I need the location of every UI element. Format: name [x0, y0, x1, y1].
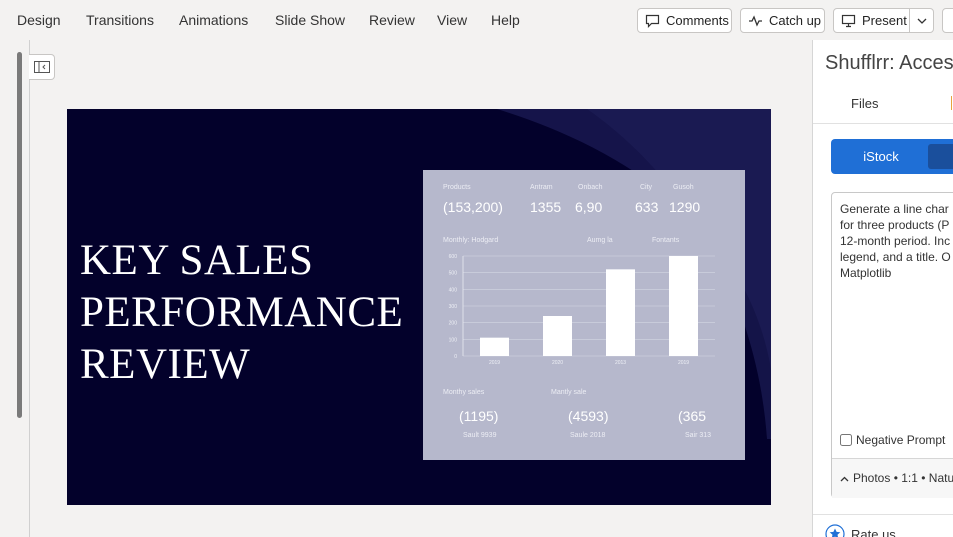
thumbnail-scrollbar[interactable]: [17, 52, 22, 418]
gauge-section-label: Mantly sale: [551, 389, 587, 396]
menu-help[interactable]: Help: [491, 12, 520, 28]
comments-button[interactable]: Comments: [637, 8, 732, 33]
chevron-up-icon: [840, 476, 849, 482]
y-tick-label: 0: [454, 354, 457, 360]
segment-other[interactable]: [928, 144, 953, 169]
y-tick-label: 600: [449, 254, 458, 260]
prompt-text: Generate a line char for three products (…: [840, 202, 951, 280]
title-line: REVIEW: [80, 341, 251, 388]
gauge-number: 1195: [463, 408, 494, 424]
catch-up-label: Catch up: [769, 13, 822, 28]
present-label: Present: [862, 13, 907, 28]
slide-title[interactable]: KEY SALES PERFORMANCE REVIEW: [80, 235, 440, 391]
slide[interactable]: KEY SALES PERFORMANCE REVIEW Products An…: [67, 109, 771, 505]
negative-prompt-label: Negative Prompt: [856, 433, 946, 447]
catch-up-button[interactable]: Catch up: [740, 8, 825, 33]
bar: [669, 256, 698, 356]
x-tick-label: 2019: [678, 360, 689, 366]
y-tick-label: 400: [449, 287, 458, 293]
gauge-value: (365: [678, 408, 707, 424]
footer-divider: [813, 514, 953, 515]
pane-title: Shufflrr: Access: [825, 52, 953, 74]
x-tick-label: 2020: [552, 360, 563, 366]
menu-transitions[interactable]: Transitions: [86, 12, 154, 28]
dashboard-image[interactable]: Products Antram Onbach City Gusoh (153,2…: [423, 170, 745, 460]
gauge-number: 365: [682, 408, 707, 424]
gauge-section-label: Monthy sales: [443, 389, 485, 396]
chevron-down-icon: [917, 18, 926, 24]
activity-icon: [749, 14, 762, 27]
title-line: KEY SALES: [80, 237, 314, 284]
tab-files[interactable]: Files: [851, 96, 878, 111]
menu-design[interactable]: Design: [17, 12, 61, 28]
tab-divider: [813, 123, 953, 124]
bar: [606, 269, 635, 356]
star-icon: [825, 524, 845, 537]
present-button[interactable]: Present: [833, 8, 910, 33]
thumbnail-pane-edge: [29, 40, 30, 537]
negative-prompt-checkbox[interactable]: [840, 434, 852, 446]
more-ribbon-button[interactable]: [942, 8, 953, 33]
prompt-textarea[interactable]: Generate a line char for three products (…: [831, 192, 953, 498]
generation-options-expander[interactable]: Photos • 1:1 • Natu: [832, 458, 953, 498]
gauge-caption: Saule 2018: [570, 432, 606, 439]
bar-chart: 600 500 400 300 200 100 0 2019 2020 2013 2019: [449, 254, 715, 366]
expand-thumbnails-button[interactable]: [29, 54, 55, 80]
y-tick-label: 500: [449, 271, 458, 277]
x-tick-label: 2013: [615, 360, 626, 366]
y-tick-label: 200: [449, 321, 458, 327]
options-label: Photos • 1:1 • Natu: [853, 471, 953, 485]
rate-us-link[interactable]: Rate us: [825, 524, 896, 537]
present-dropdown[interactable]: [909, 8, 934, 33]
menu-view[interactable]: View: [437, 12, 467, 28]
source-segmented-control: iStock: [831, 139, 953, 174]
panel-toggle-icon: [33, 61, 50, 73]
gauge-caption: Sair 313: [685, 432, 712, 439]
gauge-value: (4593): [568, 408, 609, 424]
comments-label: Comments: [666, 13, 729, 28]
bar: [480, 337, 509, 356]
shufflrr-task-pane: Shufflrr: Access Files iStock Generate a…: [812, 40, 953, 537]
menu-slide-show[interactable]: Slide Show: [275, 12, 345, 28]
menu-animations[interactable]: Animations: [179, 12, 248, 28]
bar: [543, 316, 572, 356]
gauge-value: (1195): [459, 408, 499, 424]
menu-review[interactable]: Review: [369, 12, 415, 28]
comment-icon: [645, 14, 660, 28]
gauge-caption: Sault 9939: [463, 432, 497, 439]
negative-prompt-toggle[interactable]: Negative Prompt: [840, 433, 945, 447]
y-tick-label: 100: [449, 337, 458, 343]
y-tick-label: 300: [449, 304, 458, 310]
ribbon: Design Transitions Animations Slide Show…: [0, 0, 953, 40]
rate-us-label: Rate us: [851, 526, 896, 537]
x-tick-label: 2019: [489, 360, 500, 366]
present-icon: [841, 14, 856, 27]
segment-istock[interactable]: iStock: [831, 139, 931, 174]
gauge-number: 4593: [572, 408, 604, 424]
title-line: PERFORMANCE: [80, 289, 404, 336]
